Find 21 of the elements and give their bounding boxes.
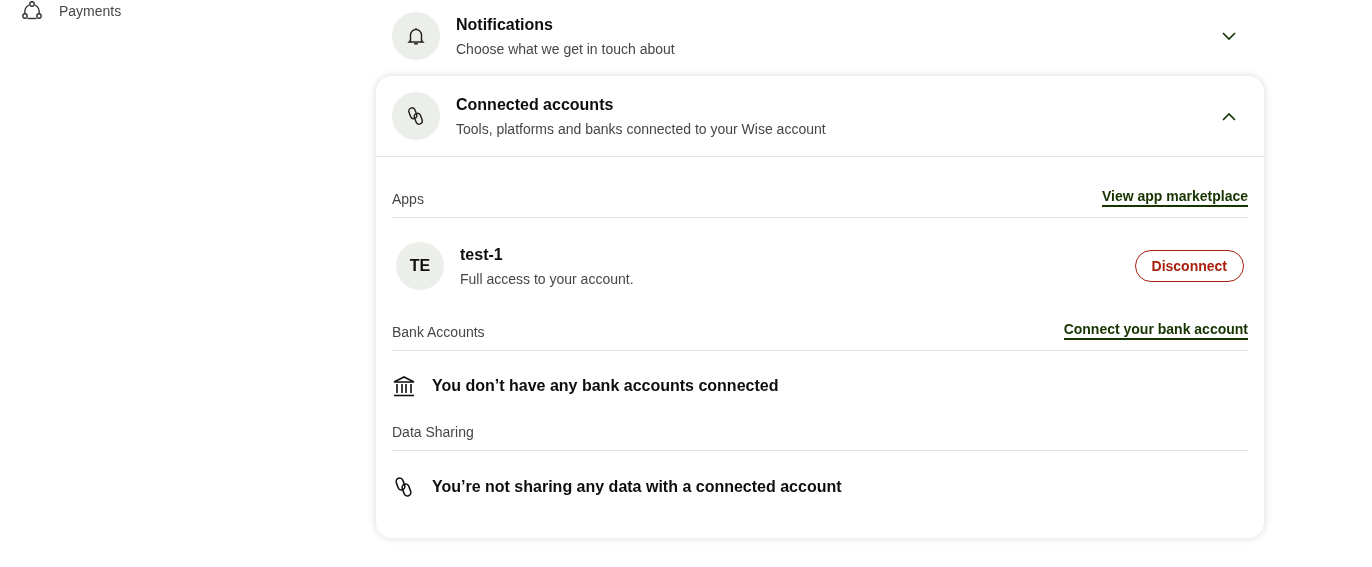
subsection-heading: Data Sharing [392, 424, 474, 440]
disconnect-button[interactable]: Disconnect [1134, 250, 1244, 282]
section-description: Tools, platforms and banks connected to your Wise account [456, 120, 827, 137]
bell-icon [405, 25, 427, 47]
section-description: Choose what we get in touch about [456, 40, 676, 57]
app-avatar: TE [396, 242, 444, 290]
action-link[interactable]: Connect your bank account [1063, 321, 1248, 340]
action-link[interactable]: View app marketplace [1101, 188, 1248, 207]
section-title: Connected accounts [456, 95, 615, 114]
app-description: Full access to your account. [460, 270, 635, 287]
section-title: Notifications [456, 15, 554, 34]
sidebar-item[interactable]: Payments [0, 0, 376, 22]
app-name: test-1 [460, 245, 504, 264]
chevron-down-icon[interactable] [1222, 31, 1236, 41]
payments-icon [21, 0, 43, 22]
subsection-heading: Apps [392, 191, 424, 207]
subsection-heading: Bank Accounts [392, 324, 485, 340]
chevron-up-icon[interactable] [1222, 111, 1236, 121]
empty-state-message: You’re not sharing any data with a connected account [432, 478, 842, 496]
empty-state-message: You don’t have any bank accounts connected [432, 377, 779, 395]
bank-icon [392, 375, 416, 397]
